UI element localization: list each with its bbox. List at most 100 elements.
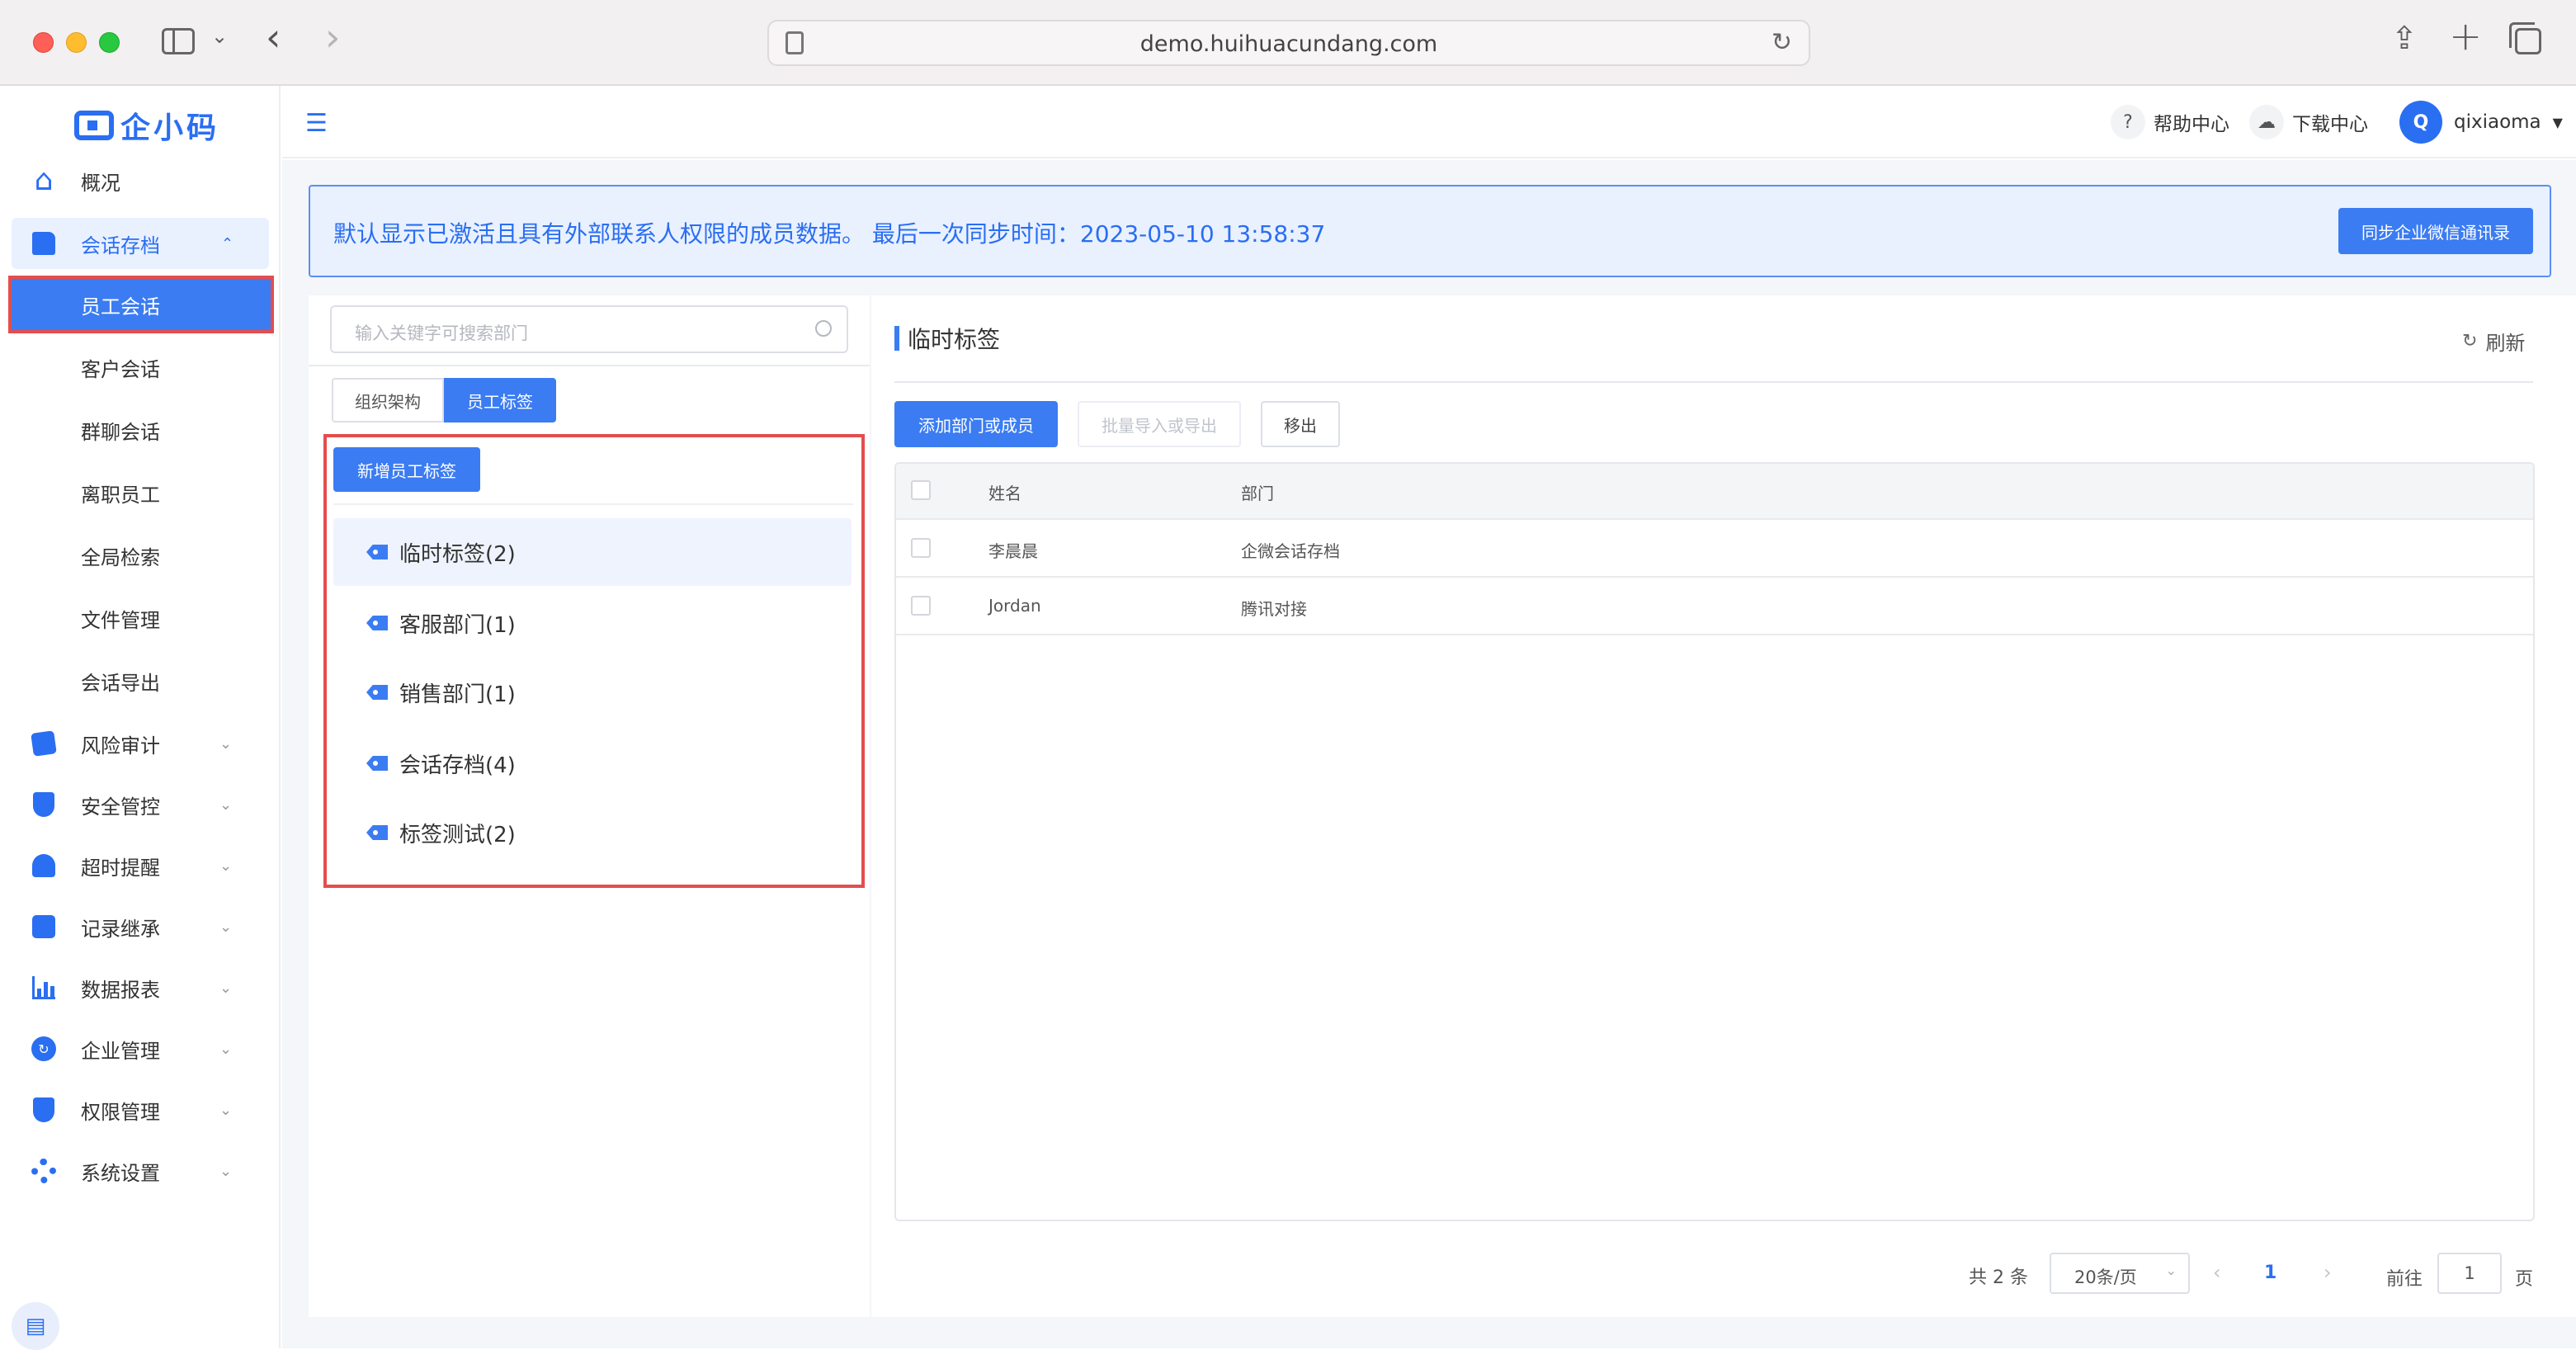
tag-label: 临时标签(2) xyxy=(399,541,516,567)
tab-org-structure[interactable]: 组织架构 xyxy=(332,378,444,422)
sidebar-item-record-inherit[interactable]: 记录继承 ⌄ xyxy=(0,901,281,952)
sidebar-subitem-resigned[interactable]: 离职员工 xyxy=(0,467,281,518)
sidebar-item-label: 系统设置 xyxy=(81,1161,160,1185)
sidebar-subitem-label: 员工会话 xyxy=(81,295,160,319)
chevron-down-icon: ⌄ xyxy=(219,857,233,875)
cell-name: Jordan xyxy=(988,596,1041,616)
address-bar[interactable]: demo.huihuacundang.com ↻ xyxy=(767,20,1810,66)
department-search-input[interactable]: 输入关键字可搜索部门 xyxy=(330,305,848,353)
row-checkbox[interactable] xyxy=(911,596,931,616)
table-row[interactable]: 李晨晨 企微会话存档 xyxy=(896,520,2533,578)
sidebar-item-risk-audit[interactable]: 风险审计 ⌄ xyxy=(0,718,281,769)
cell-department: 腾讯对接 xyxy=(1241,599,1307,619)
sidebar-subitem-employee-chat[interactable]: 员工会话 xyxy=(8,276,274,333)
gear-icon xyxy=(30,1157,58,1185)
sync-contacts-button[interactable]: 同步企业微信通讯录 xyxy=(2338,208,2533,254)
chevron-down-icon: ⌄ xyxy=(219,734,233,753)
tag-label: 客服部门(1) xyxy=(399,612,516,638)
sidebar-item-enterprise[interactable]: ↻ 企业管理 ⌄ xyxy=(0,1023,281,1074)
sidebar-subitem-label: 会话导出 xyxy=(81,671,160,695)
sidebar-subitem-file-management[interactable]: 文件管理 xyxy=(0,592,281,644)
tag-item-customer-service[interactable]: 客服部门(1) xyxy=(333,589,852,657)
browser-sidebar-icon[interactable] xyxy=(162,28,195,54)
table-header: 姓名 部门 xyxy=(896,464,2533,520)
chevron-down-icon[interactable]: ⌄ xyxy=(211,25,228,48)
new-employee-tag-button[interactable]: 新增员工标签 xyxy=(333,447,480,492)
logo-text: 企小码 xyxy=(120,111,220,145)
reload-icon[interactable]: ↻ xyxy=(1772,28,1792,57)
user-menu[interactable]: Q qixiaoma ▼ xyxy=(2399,99,2563,145)
sidebar-item-label: 概况 xyxy=(81,171,120,195)
page-size-value: 20条/页 xyxy=(2074,1267,2137,1287)
refresh-button[interactable]: ↻ 刷新 xyxy=(2462,327,2525,356)
document-icon: ▤ xyxy=(25,1314,46,1338)
cloud-download-icon: ☁ xyxy=(2249,105,2284,139)
members-table: 姓名 部门 李晨晨 企微会话存档 Jordan 腾讯对接 xyxy=(894,462,2535,1221)
forward-arrow-icon[interactable]: › xyxy=(325,15,340,59)
tag-item-sales[interactable]: 销售部门(1) xyxy=(333,658,852,726)
refresh-icon: ↻ xyxy=(2462,331,2478,352)
sidebar-item-security[interactable]: 安全管控 ⌄ xyxy=(0,779,281,830)
sidebar-item-timeout-reminder[interactable]: 超时提醒 ⌄ xyxy=(0,840,281,891)
download-center-label: 下载中心 xyxy=(2292,114,2368,135)
table-row[interactable]: Jordan 腾讯对接 xyxy=(896,578,2533,635)
sidebar-item-chat-archive[interactable]: 会话存档 ⌃ xyxy=(12,218,269,269)
search-placeholder: 输入关键字可搜索部门 xyxy=(355,323,528,343)
sidebar-subitem-global-search[interactable]: 全局检索 xyxy=(0,530,281,581)
select-all-checkbox[interactable] xyxy=(911,480,931,500)
goto-page-input[interactable]: 1 xyxy=(2437,1253,2502,1294)
divider xyxy=(894,381,2533,383)
tag-item-chat-archive[interactable]: 会话存档(4) xyxy=(333,729,852,797)
prev-page-button[interactable]: ‹ xyxy=(2213,1261,2221,1284)
sidebar-item-data-report[interactable]: 数据报表 ⌄ xyxy=(0,962,281,1013)
zoom-window-button[interactable] xyxy=(99,32,120,53)
sidebar: 企小码 概况 会话存档 ⌃ 员工会话 客户会话 群聊会话 离职员工 全局检索 文… xyxy=(0,86,281,1350)
section-title: 临时标签 xyxy=(894,322,1000,355)
sidebar-subitem-group-chat[interactable]: 群聊会话 xyxy=(0,404,281,456)
help-center-link[interactable]: ? 帮助中心 xyxy=(2111,102,2229,142)
logo-mark-icon xyxy=(74,111,114,140)
tab-employee-tags[interactable]: 员工标签 xyxy=(444,378,556,422)
row-checkbox[interactable] xyxy=(911,538,931,558)
caret-down-icon: ▼ xyxy=(2552,114,2563,130)
tag-icon xyxy=(366,545,388,559)
share-icon[interactable]: ⇪ xyxy=(2391,20,2418,56)
menu-collapse-icon[interactable]: ☰ xyxy=(305,109,328,138)
chevron-down-icon: ⌄ xyxy=(219,979,233,997)
remove-button[interactable]: 移出 xyxy=(1261,401,1340,447)
chevron-down-icon: ⌄ xyxy=(219,1162,233,1180)
divider xyxy=(333,503,853,505)
sidebar-subitem-customer-chat[interactable]: 客户会话 xyxy=(0,342,281,393)
sidebar-subitem-chat-export[interactable]: 会话导出 xyxy=(0,655,281,706)
tag-icon xyxy=(366,756,388,771)
minimize-window-button[interactable] xyxy=(66,32,87,53)
sidebar-item-permission[interactable]: 权限管理 ⌄ xyxy=(0,1084,281,1135)
sidebar-item-label: 数据报表 xyxy=(81,978,160,1002)
new-tab-icon[interactable]: + xyxy=(2449,13,2482,59)
next-page-button[interactable]: › xyxy=(2324,1261,2332,1284)
username: qixiaoma xyxy=(2454,111,2541,133)
current-page[interactable]: 1 xyxy=(2264,1263,2276,1283)
sidebar-item-settings[interactable]: 系统设置 ⌄ xyxy=(0,1145,281,1197)
download-center-link[interactable]: ☁ 下载中心 xyxy=(2249,102,2368,142)
sidebar-item-label: 权限管理 xyxy=(81,1100,160,1124)
chevron-down-icon: ⌄ xyxy=(219,918,233,936)
page-size-select[interactable]: 20条/页 ⌄ xyxy=(2050,1253,2190,1294)
bar-chart-icon xyxy=(30,974,58,1002)
add-dept-or-member-button[interactable]: 添加部门或成员 xyxy=(894,401,1058,447)
tag-item-tag-test[interactable]: 标签测试(2) xyxy=(333,799,852,866)
sidebar-item-overview[interactable]: 概况 xyxy=(0,155,281,206)
chevron-down-icon: ⌄ xyxy=(219,795,233,814)
browser-chrome: ⌄ ‹ › demo.huihuacundang.com ↻ ⇪ + xyxy=(0,0,2576,86)
tag-label: 销售部门(1) xyxy=(399,682,516,707)
tag-item-temporary[interactable]: 临时标签(2) xyxy=(333,518,852,586)
batch-import-export-button[interactable]: 批量导入或导出 xyxy=(1078,401,1241,447)
sidebar-item-label: 会话存档 xyxy=(81,234,160,257)
tab-overview-icon[interactable] xyxy=(2509,22,2541,54)
bell-icon xyxy=(30,852,58,880)
tag-label: 会话存档(4) xyxy=(399,753,516,778)
back-arrow-icon[interactable]: ‹ xyxy=(266,15,281,59)
document-help-button[interactable]: ▤ xyxy=(12,1302,59,1350)
close-window-button[interactable] xyxy=(33,32,54,53)
chevron-up-icon: ⌃ xyxy=(221,234,234,253)
